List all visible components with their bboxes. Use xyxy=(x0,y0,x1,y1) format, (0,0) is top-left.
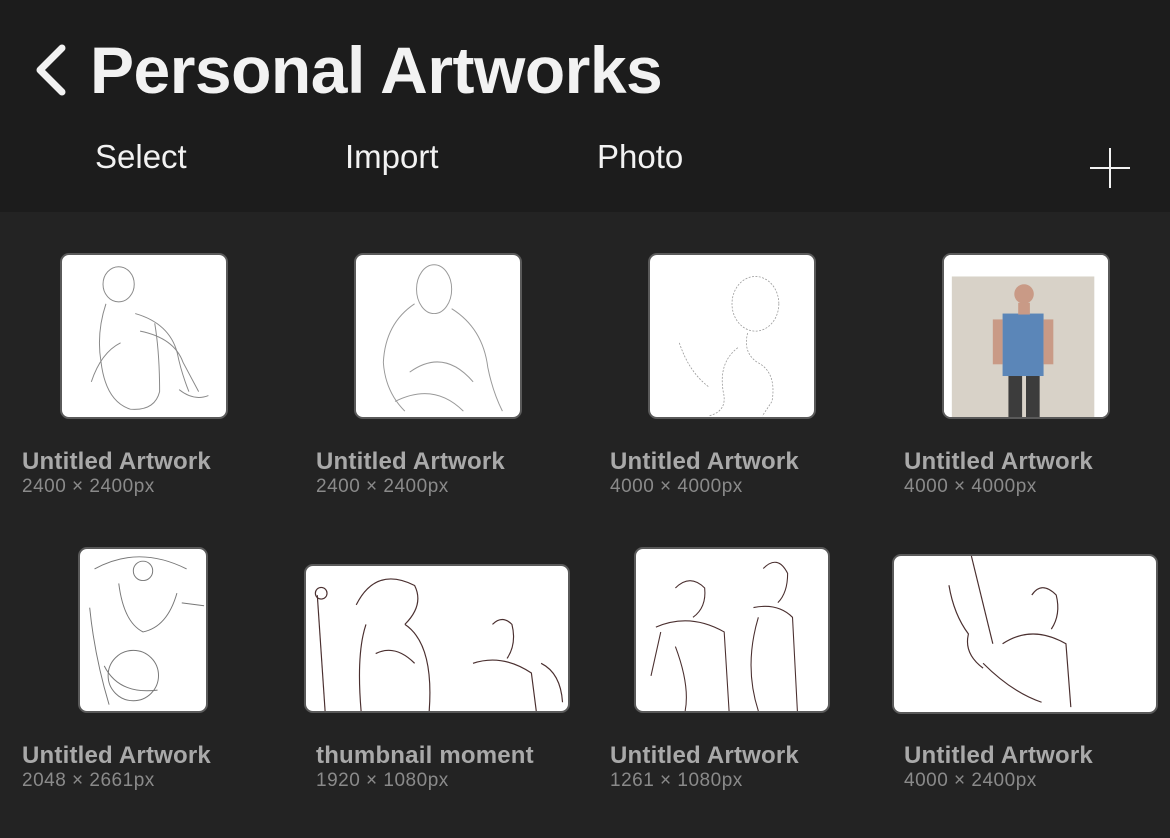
page-title: Personal Artworks xyxy=(90,33,663,107)
artwork-gallery: Untitled Artwork 2400 × 2400px Untitled … xyxy=(0,212,1170,838)
artwork-dimensions: 4000 × 4000px xyxy=(904,476,1037,497)
artwork-name: Untitled Artwork xyxy=(610,448,799,475)
sketch-figure-profile-icon xyxy=(678,276,780,417)
sketch-two-warriors-icon xyxy=(650,561,798,711)
artwork-name: Untitled Artwork xyxy=(22,742,211,769)
artwork-dimensions: 4000 × 2400px xyxy=(904,770,1037,791)
artwork-dimensions: 4000 × 4000px xyxy=(610,476,743,497)
import-button[interactable]: Import xyxy=(345,138,439,176)
artwork-dimensions: 1261 × 1080px xyxy=(610,770,743,791)
artwork-thumbnail[interactable] xyxy=(354,253,522,419)
artwork-thumbnail[interactable] xyxy=(634,547,830,713)
sketch-torso-icon xyxy=(382,264,503,412)
artwork-thumbnail[interactable] xyxy=(304,564,570,713)
sketch-seated-figure-icon xyxy=(90,266,209,410)
artwork-thumbnail[interactable] xyxy=(60,253,228,419)
artwork-name: thumbnail moment xyxy=(316,742,534,769)
chevron-left-icon[interactable] xyxy=(30,40,74,100)
photo-person-icon xyxy=(944,255,1108,417)
artwork-name: Untitled Artwork xyxy=(610,742,799,769)
artwork-thumbnail[interactable] xyxy=(892,554,1158,714)
artwork-name: Untitled Artwork xyxy=(22,448,211,475)
photo-button[interactable]: Photo xyxy=(597,138,683,176)
artwork-dimensions: 2048 × 2661px xyxy=(22,770,155,791)
plus-icon[interactable] xyxy=(1088,146,1132,190)
select-button[interactable]: Select xyxy=(95,138,187,176)
artwork-thumbnail[interactable] xyxy=(78,547,208,713)
sketch-figure-pointing-icon xyxy=(948,556,1072,708)
artwork-name: Untitled Artwork xyxy=(316,448,505,475)
artwork-dimensions: 1920 × 1080px xyxy=(316,770,449,791)
sketch-armored-knight-icon xyxy=(314,578,564,711)
top-bar: Personal Artworks Select Import Photo xyxy=(0,0,1170,212)
artwork-name: Untitled Artwork xyxy=(904,742,1093,769)
artwork-dimensions: 2400 × 2400px xyxy=(316,476,449,497)
artwork-dimensions: 2400 × 2400px xyxy=(22,476,155,497)
artwork-thumbnail[interactable] xyxy=(648,253,816,419)
sketch-elf-orb-icon xyxy=(89,556,205,705)
artwork-name: Untitled Artwork xyxy=(904,448,1093,475)
artwork-thumbnail[interactable] xyxy=(942,253,1110,419)
